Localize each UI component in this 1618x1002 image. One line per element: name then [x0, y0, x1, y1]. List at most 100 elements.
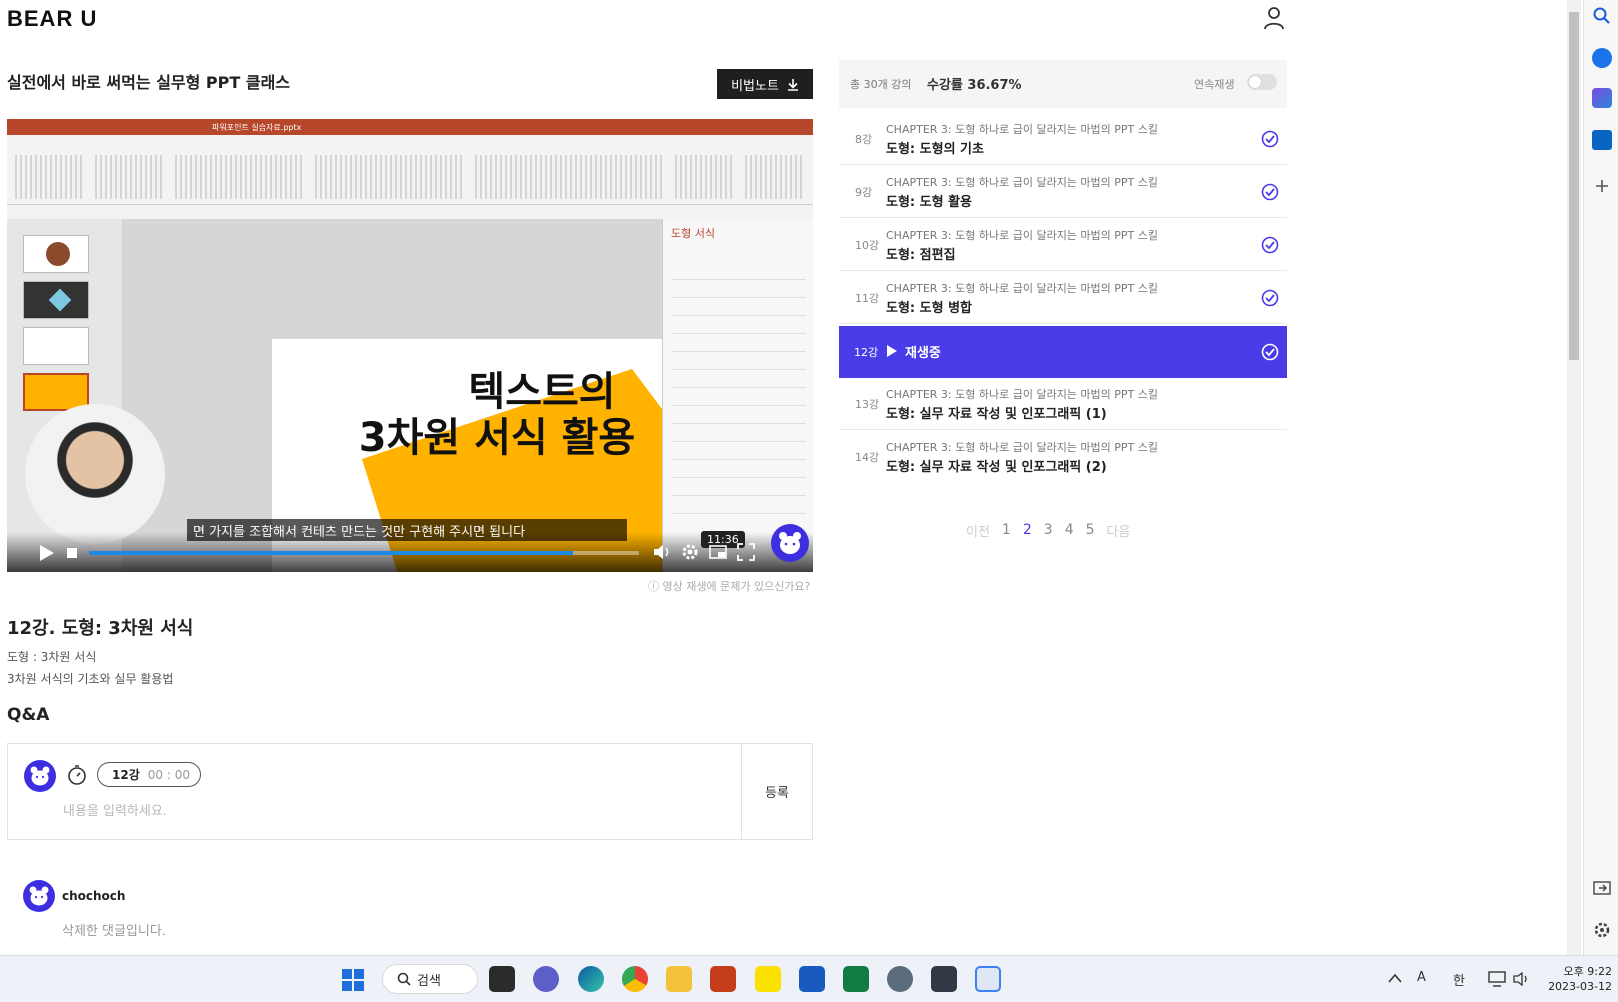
- lesson-name: 도형: 실무 자료 작성 및 인포그래픽 (2): [886, 460, 1107, 475]
- lesson-name: 도형: 도형 병합: [886, 301, 973, 316]
- bing-chat-icon[interactable]: [1592, 48, 1612, 68]
- lecture-title: 12강. 도형: 3차원 서식: [7, 618, 194, 639]
- ppt-file-name: 파워포인트 실습자료.pptx: [212, 122, 302, 132]
- ppt-ribbon: [7, 135, 813, 205]
- search-icon[interactable]: [1592, 6, 1612, 26]
- word-icon[interactable]: [799, 966, 825, 992]
- lesson-name: 도형: 실무 자료 작성 및 인포그래픽 (1): [886, 407, 1107, 422]
- pagination-page-current[interactable]: 2: [1023, 522, 1032, 538]
- note-download-button[interactable]: 비법노트: [717, 69, 813, 99]
- pip-icon[interactable]: [708, 542, 728, 562]
- task-view-icon[interactable]: [489, 966, 515, 992]
- check-circle-icon: [1261, 183, 1279, 201]
- gear-icon[interactable]: [1592, 920, 1612, 940]
- ime-mode-1[interactable]: A: [1417, 970, 1426, 985]
- network-icon[interactable]: [1488, 971, 1506, 987]
- user-icon[interactable]: [1263, 6, 1285, 30]
- pagination-page[interactable]: 4: [1065, 522, 1074, 538]
- help-circle-icon: ⓘ: [648, 580, 663, 593]
- sidebar-collapse-icon[interactable]: [1592, 878, 1612, 898]
- lesson-item[interactable]: 14강 CHAPTER 3: 도형 하나로 급이 달라지는 마법의 PPT 스킬…: [839, 431, 1287, 483]
- download-icon: [787, 78, 798, 91]
- lesson-item[interactable]: 11강 CHAPTER 3: 도형 하나로 급이 달라지는 마법의 PPT 스킬…: [839, 272, 1287, 324]
- excel-icon[interactable]: [843, 966, 869, 992]
- lesson-item[interactable]: 8강 CHAPTER 3: 도형 하나로 급이 달라지는 마법의 PPT 스킬 …: [839, 113, 1287, 165]
- video-controls: 11:36: [7, 531, 813, 572]
- timer-icon[interactable]: [66, 764, 88, 786]
- slide-headline: 텍스트의 3차원 서식 활용: [272, 369, 722, 461]
- report-video-problem-link[interactable]: ⓘ 영상 재생에 문제가 있으신가요?: [648, 578, 810, 594]
- check-circle-icon: [1261, 236, 1279, 254]
- virtualbox-icon[interactable]: [931, 966, 957, 992]
- lesson-item[interactable]: 13강 CHAPTER 3: 도형 하나로 급이 달라지는 마법의 PPT 스킬…: [839, 378, 1287, 430]
- snipping-tool-icon[interactable]: [975, 966, 1001, 992]
- pagination-page[interactable]: 1: [1002, 522, 1011, 538]
- volume-icon[interactable]: [1512, 971, 1530, 987]
- settings-app-icon[interactable]: [887, 966, 913, 992]
- lesson-item[interactable]: 10강 CHAPTER 3: 도형 하나로 급이 달라지는 마법의 PPT 스킬…: [839, 219, 1287, 271]
- play-icon: [887, 345, 897, 357]
- chip-time: 00 : 00: [147, 767, 190, 782]
- slide-line-1: 텍스트의: [468, 369, 616, 415]
- pagination-page[interactable]: 3: [1044, 522, 1053, 538]
- chevron-up-icon[interactable]: [1388, 973, 1402, 983]
- browser-sidebar: [1583, 0, 1618, 955]
- file-explorer-icon[interactable]: [666, 966, 692, 992]
- comment-username: chochoch: [62, 889, 126, 903]
- taskbar-clock[interactable]: 오후 9:22 2023-03-12: [1540, 964, 1612, 994]
- kakaotalk-icon[interactable]: [755, 966, 781, 992]
- ppt-titlebar: 파워포인트 실습자료.pptx: [7, 119, 813, 135]
- lesson-item[interactable]: 9강 CHAPTER 3: 도형 하나로 급이 달라지는 마법의 PPT 스킬 …: [839, 166, 1287, 218]
- pagination-next[interactable]: 다음: [1107, 521, 1131, 540]
- timestamp-chip[interactable]: 12강 00 : 00: [97, 762, 201, 787]
- presenter-video: [25, 404, 165, 544]
- volume-icon[interactable]: [652, 542, 672, 562]
- lesson-number: 13강: [855, 398, 880, 411]
- video-progress-fill: [89, 551, 573, 555]
- taskbar-search[interactable]: 검색: [382, 964, 478, 994]
- pagination: 이전 1 2 3 4 5 다음: [966, 520, 1186, 540]
- qa-input[interactable]: [63, 800, 663, 822]
- format-pane-title: 도형 서식: [671, 227, 715, 240]
- lesson-name: 도형: 도형의 기초: [886, 142, 984, 157]
- check-circle-icon: [1261, 343, 1279, 361]
- lesson-number: 11강: [855, 292, 880, 305]
- pagination-prev[interactable]: 이전: [966, 521, 990, 540]
- chrome-icon[interactable]: [622, 966, 648, 992]
- add-icon[interactable]: [1592, 176, 1612, 196]
- qa-submit-button[interactable]: 등록: [742, 744, 812, 839]
- clock-time: 오후 9:22: [1563, 965, 1612, 978]
- office-icon[interactable]: [1592, 88, 1612, 108]
- report-link-text: 영상 재생에 문제가 있으신가요?: [662, 580, 811, 593]
- qa-heading: Q&A: [7, 705, 50, 725]
- scrollbar-thumb[interactable]: [1569, 12, 1579, 360]
- edge-browser-icon[interactable]: [578, 966, 604, 992]
- lesson-chapter: CHAPTER 3: 도형 하나로 급이 달라지는 마법의 PPT 스킬: [886, 229, 1159, 242]
- lesson-item-current[interactable]: 12강 재생중: [839, 326, 1287, 378]
- ime-mode-2[interactable]: 한: [1453, 970, 1465, 989]
- note-button-label: 비법노트: [731, 78, 779, 94]
- windows-start-icon[interactable]: [341, 968, 365, 992]
- avatar: [24, 760, 56, 792]
- total-lectures: 총 30개 강의: [850, 78, 912, 91]
- course-title: 실전에서 바로 써먹는 실무형 PPT 클래스: [7, 73, 291, 92]
- powerpoint-icon[interactable]: [710, 966, 736, 992]
- page-scrollbar[interactable]: [1567, 0, 1581, 955]
- play-icon[interactable]: [35, 542, 57, 564]
- lesson-name: 도형: 점편집: [886, 248, 956, 263]
- fullscreen-icon[interactable]: [736, 542, 756, 562]
- autoplay-label: 연속재생: [1194, 78, 1235, 91]
- video-player[interactable]: 파워포인트 실습자료.pptx 텍스트의 3차원 서식 활용 도형 서식 11:…: [7, 119, 813, 572]
- outlook-icon[interactable]: [1592, 130, 1612, 150]
- comment-text: 삭제한 댓글입니다.: [62, 924, 166, 939]
- slide-line-2: 3차원 서식 활용: [358, 415, 636, 461]
- autoplay-toggle[interactable]: [1247, 74, 1277, 90]
- settings-icon[interactable]: [680, 542, 700, 562]
- pagination-page[interactable]: 5: [1086, 522, 1095, 538]
- logo[interactable]: BEAR U: [7, 6, 97, 32]
- video-progress-bar[interactable]: 11:36: [89, 531, 745, 555]
- bear-logo-icon: [771, 524, 809, 562]
- ppt-quick-access: [7, 205, 813, 219]
- lecture-description: 3차원 서식의 기초와 실무 활용법: [7, 672, 174, 686]
- teams-chat-icon[interactable]: [533, 966, 559, 992]
